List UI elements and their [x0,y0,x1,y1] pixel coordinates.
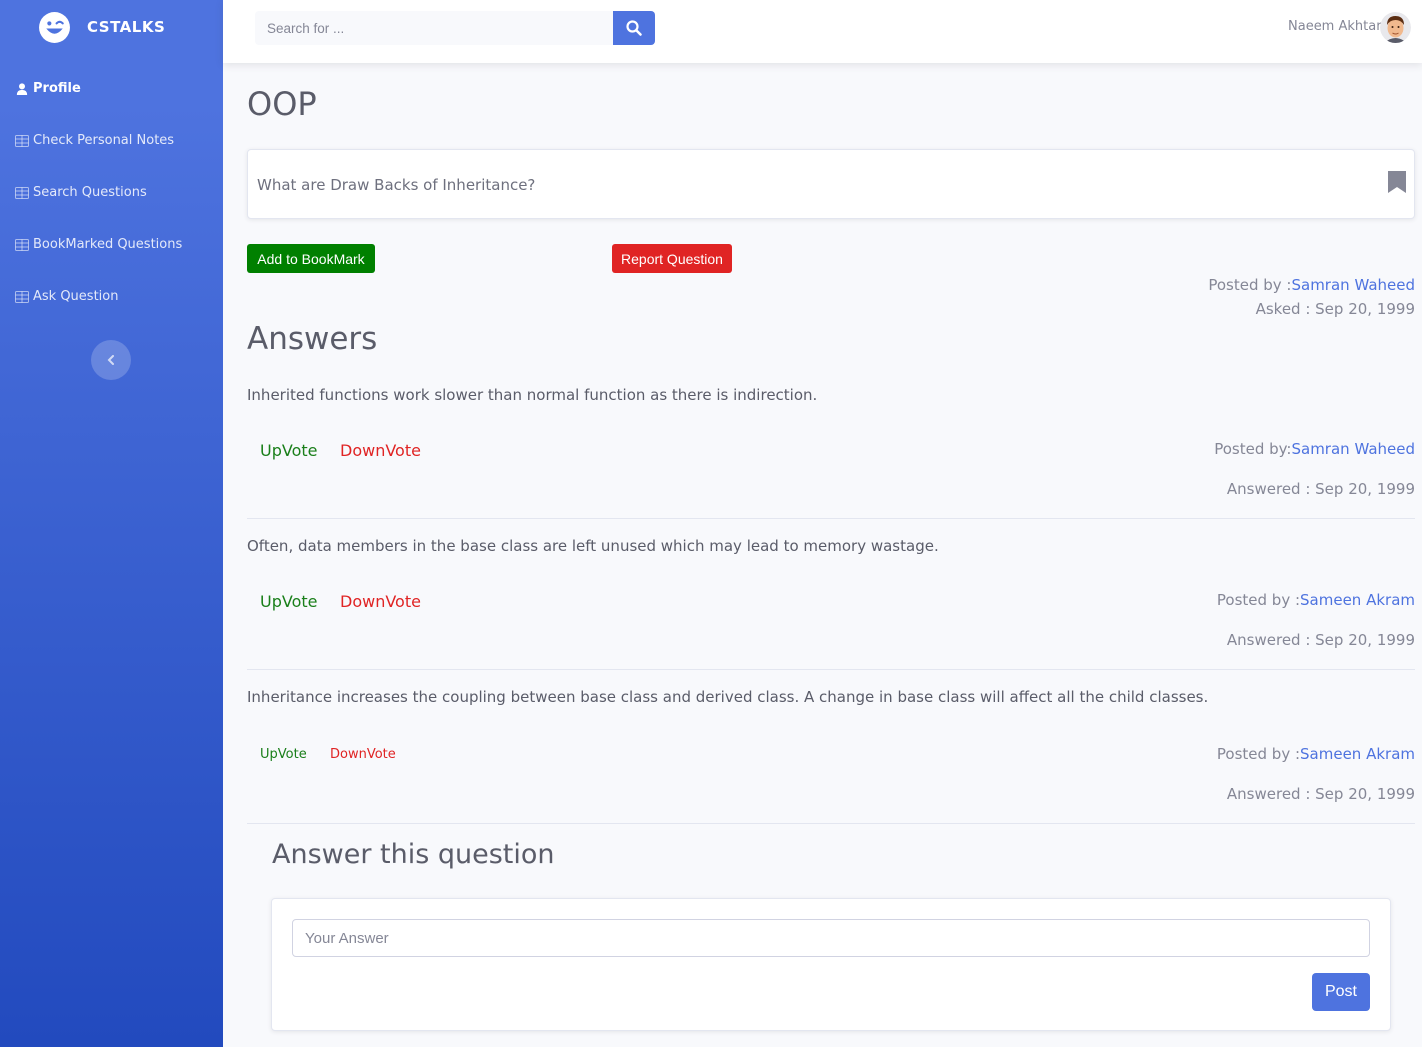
search-icon [626,20,642,36]
sidebar-item-label: Ask Question [33,289,119,304]
post-button[interactable]: Post [1312,973,1370,1011]
laugh-wink-icon [39,11,70,43]
sidebar-toggle-button[interactable] [91,340,131,380]
table-icon [15,290,29,303]
table-icon [15,186,29,199]
upvote-button[interactable]: UpVote [260,592,317,611]
bookmark-icon[interactable] [1388,171,1406,193]
search-button[interactable] [613,11,655,45]
answer-date: Answered : Sep 20, 1999 [1226,631,1415,649]
answer-text: Inherited functions work slower than nor… [247,386,818,404]
author-link[interactable]: Samran Waheed [1291,440,1415,458]
sidebar-item-label: Search Questions [33,185,147,200]
answers-heading: Answers [247,321,378,357]
answer-text: Inheritance increases the coupling betwe… [247,688,1209,706]
brand-name: CSTALKS [87,18,166,36]
user-icon [16,82,28,95]
avatar[interactable] [1380,12,1411,43]
sidebar-item-check-personal-notes[interactable]: Check Personal Notes [15,133,174,148]
page-title: OOP [247,85,317,123]
report-question-button[interactable]: Report Question [612,244,732,273]
posted-by-label: Posted by : [1216,745,1301,763]
answer-posted-by: Posted by :Sameen Akram [1217,745,1415,763]
divider [247,669,1415,670]
upvote-button[interactable]: UpVote [260,747,307,762]
answer-date: Answered : Sep 20, 1999 [1226,785,1415,803]
question-asked-date: Asked : Sep 20, 1999 [1255,300,1415,318]
brand[interactable]: CSTALKS [0,0,223,54]
posted-by-label: Posted by: [1214,440,1292,458]
question-posted-by: Posted by :Samran Waheed [1208,276,1415,294]
search-bar [255,11,655,45]
sidebar: CSTALKS Profile Check Personal Notes Sea… [0,0,223,1047]
downvote-button[interactable]: DownVote [330,747,396,762]
answer-text: Often, data members in the base class ar… [247,537,939,555]
sidebar-item-label: BookMarked Questions [33,237,183,252]
table-icon [15,238,29,251]
upvote-button[interactable]: UpVote [260,441,317,460]
sidebar-item-profile[interactable]: Profile [15,81,81,96]
posted-by-label: Posted by : [1216,591,1301,609]
answer-form-title: Answer this question [272,839,555,870]
divider [247,518,1415,519]
topbar: Naeem Akhtar [223,0,1422,63]
sidebar-item-search-questions[interactable]: Search Questions [15,185,147,200]
divider [247,823,1415,824]
downvote-button[interactable]: DownVote [340,592,421,611]
author-link[interactable]: Sameen Akram [1300,745,1415,763]
answer-posted-by: Posted by :Sameen Akram [1217,591,1415,609]
sidebar-item-label: Profile [33,81,81,96]
author-link[interactable]: Sameen Akram [1300,591,1415,609]
answer-date: Answered : Sep 20, 1999 [1226,480,1415,498]
user-avatar-icon [1380,12,1411,43]
user-name[interactable]: Naeem Akhtar [1288,19,1382,34]
search-input[interactable] [255,11,613,45]
answer-form: Post [271,898,1391,1031]
sidebar-item-bookmarked-questions[interactable]: BookMarked Questions [15,237,182,252]
table-icon [15,134,29,147]
add-bookmark-button[interactable]: Add to BookMark [247,244,375,273]
author-link[interactable]: Samran Waheed [1291,276,1415,294]
question-card: What are Draw Backs of Inheritance? [247,149,1415,219]
posted-by-label: Posted by : [1208,276,1292,294]
downvote-button[interactable]: DownVote [340,441,421,460]
chevron-left-icon [107,355,114,365]
sidebar-item-label: Check Personal Notes [33,133,175,148]
answer-posted-by: Posted by:Samran Waheed [1214,440,1415,458]
answer-input[interactable] [292,919,1370,957]
sidebar-item-ask-question[interactable]: Ask Question [15,289,118,304]
question-text: What are Draw Backs of Inheritance? [257,176,536,194]
